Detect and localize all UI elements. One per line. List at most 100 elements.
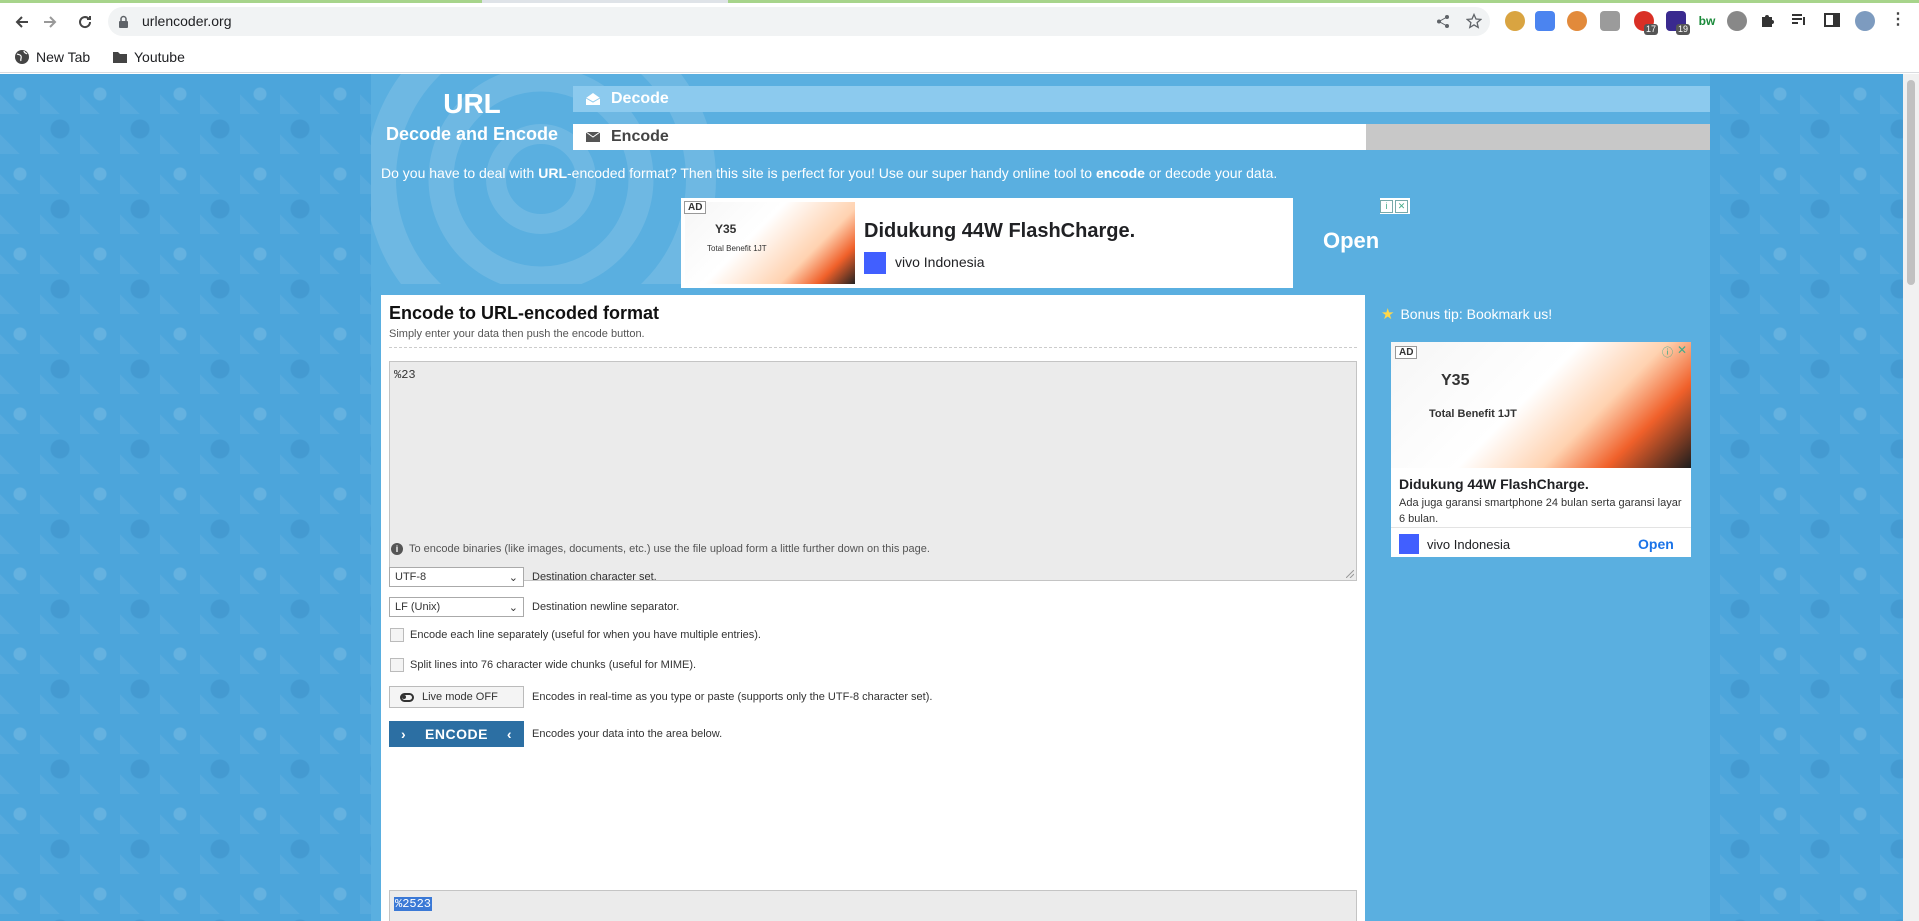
binary-hint-text: To encode binaries (like images, documen… <box>409 543 930 555</box>
ad-product-image: Y35 Total Benefit 1JT <box>1391 342 1691 468</box>
newline-label: Destination newline separator. <box>532 601 680 613</box>
chevron-left-icon: ‹ <box>506 726 512 742</box>
input-value: %23 <box>394 368 416 382</box>
side-panel-icon[interactable] <box>1823 11 1843 31</box>
bookmark-star-icon[interactable] <box>1466 13 1482 29</box>
share-icon[interactable] <box>1436 14 1451 29</box>
translate-extension-icon[interactable] <box>1535 11 1555 31</box>
bw-extension-icon[interactable]: bw <box>1697 11 1717 31</box>
address-bar[interactable]: urlencoder.org <box>108 7 1490 36</box>
resize-handle-icon[interactable] <box>1346 570 1354 578</box>
logo-subtitle: Decode and Encode <box>385 124 559 144</box>
gear-extension-icon[interactable] <box>1600 11 1620 31</box>
ad-info-icon[interactable]: ⓘ <box>1662 344 1673 360</box>
split-row: Split lines into 76 character wide chunk… <box>389 658 696 672</box>
intro-text: Do you have to deal with URL-encoded for… <box>381 165 1278 181</box>
web-page: URL Decode and Encode Decode Encode Do y… <box>0 74 1903 921</box>
brand-logo <box>1399 534 1419 554</box>
site-logo[interactable]: URL Decode and Encode <box>372 88 572 145</box>
chevron-right-icon: › <box>401 726 407 742</box>
tab-label: Decode <box>611 90 669 107</box>
output-textarea[interactable]: %2523 <box>389 890 1357 921</box>
ad-open-button[interactable]: Open <box>1638 536 1674 552</box>
panel-subtitle: Simply enter your data then push the enc… <box>389 328 645 340</box>
toggle-off-icon <box>400 692 414 702</box>
page-scrollbar[interactable] <box>1903 74 1919 921</box>
ad-controls: i ✕ <box>1380 198 1410 214</box>
divider <box>389 347 1357 348</box>
each-line-checkbox[interactable] <box>390 628 404 642</box>
output-value: %2523 <box>394 897 433 911</box>
forward-icon[interactable] <box>38 10 62 34</box>
browser-toolbar: urlencoder.org 17 19 bw ⋮ <box>0 0 1919 43</box>
encode-label: Encodes your data into the area below. <box>532 728 723 740</box>
chevron-down-icon: ⌄ <box>508 601 518 614</box>
tab-encode[interactable]: Encode <box>573 124 1710 150</box>
tab-decode[interactable]: Decode <box>573 86 1710 112</box>
url-text: urlencoder.org <box>142 13 232 29</box>
tab-label: Encode <box>611 128 669 145</box>
avatar[interactable] <box>1855 11 1875 31</box>
ad-headline: Didukung 44W FlashCharge. <box>864 220 1136 242</box>
binary-hint: i To encode binaries (like images, docum… <box>391 543 930 555</box>
ad-close-icon[interactable]: ✕ <box>1395 199 1408 213</box>
ad-headline: Didukung 44W FlashCharge. <box>1399 476 1589 492</box>
live-mode-label: Encodes in real-time as you type or past… <box>532 691 933 703</box>
newline-row: LF (Unix) ⌄ Destination newline separator… <box>389 597 679 617</box>
newline-select[interactable]: LF (Unix) ⌄ <box>389 597 524 617</box>
info-icon: i <box>391 543 403 555</box>
bookmarks-bar: New Tab Youtube <box>0 43 1919 73</box>
divider <box>1391 527 1691 528</box>
bookmark-tip-text: Bonus tip: Bookmark us! <box>1400 306 1553 322</box>
cookie-editor-extension-icon[interactable] <box>1567 11 1587 31</box>
each-line-label: Encode each line separately (useful for … <box>410 629 761 641</box>
star-icon: ★ <box>1381 306 1395 323</box>
reload-icon[interactable] <box>73 10 97 34</box>
logo-title: URL <box>443 88 501 119</box>
speedometer-extension-icon[interactable] <box>1727 11 1747 31</box>
ad-close-icon[interactable]: ✕ <box>1677 343 1687 357</box>
encode-button[interactable]: › ENCODE ‹ <box>389 721 524 747</box>
charset-label: Destination character set. <box>532 571 657 583</box>
ad-badge: AD <box>1395 346 1418 359</box>
ad-info-icon[interactable]: i <box>1380 199 1393 213</box>
charset-select[interactable]: UTF-8 ⌄ <box>389 567 524 587</box>
ad-description: Ada juga garansi smartphone 24 bulan ser… <box>1399 497 1682 525</box>
split-lines-checkbox[interactable] <box>390 658 404 672</box>
panel-title: Encode to URL-encoded format <box>389 303 660 323</box>
envelope-open-icon <box>585 93 601 105</box>
puzzle-icon[interactable] <box>1759 11 1779 31</box>
graduation-extension-icon[interactable]: 19 <box>1666 11 1690 35</box>
back-icon[interactable] <box>10 10 34 34</box>
brand-logo <box>864 252 886 274</box>
bookmark-youtube-folder[interactable]: Youtube <box>112 47 185 67</box>
adblock-extension-icon[interactable]: 17 <box>1634 11 1658 35</box>
sidebar-ad[interactable]: Y35 Total Benefit 1JT AD ⓘ ✕ Didukung 44… <box>1391 342 1691 557</box>
ad-badge: AD <box>684 201 707 214</box>
extension-badge-count: 17 <box>1643 24 1658 35</box>
lock-icon <box>119 15 128 28</box>
reading-list-icon[interactable] <box>1790 11 1810 31</box>
charset-row: UTF-8 ⌄ Destination character set. <box>389 567 657 587</box>
bookmark-new-tab[interactable]: New Tab <box>14 47 90 67</box>
live-mode-button[interactable]: Live mode OFF <box>389 686 524 708</box>
cookie-extension-icon[interactable] <box>1505 11 1525 31</box>
bookmark-label: Youtube <box>134 49 185 65</box>
bookmark-label: New Tab <box>36 49 91 65</box>
extension-badge-count: 19 <box>1675 24 1690 35</box>
menu-kebab-icon[interactable]: ⋮ <box>1888 11 1908 31</box>
top-banner-ad[interactable]: Y35 Total Benefit 1JT AD Didukung 44W Fl… <box>681 198 1293 288</box>
chevron-down-icon: ⌄ <box>508 571 518 584</box>
ad-brand: vivo Indonesia <box>895 254 985 270</box>
split-lines-label: Split lines into 76 character wide chunk… <box>410 659 697 671</box>
ad-open-button[interactable]: Open <box>1323 228 1379 254</box>
envelope-icon <box>585 131 601 142</box>
scrollbar-thumb[interactable] <box>1907 80 1915 285</box>
each-line-row: Encode each line separately (useful for … <box>389 628 761 642</box>
folder-icon <box>113 52 127 63</box>
ad-product-image: Y35 Total Benefit 1JT <box>685 202 855 284</box>
bookmark-tip: ★ Bonus tip: Bookmark us! <box>1381 305 1552 323</box>
tab-strip <box>0 0 1919 3</box>
encode-row: › ENCODE ‹ Encodes your data into the ar… <box>389 721 722 747</box>
globe-icon <box>15 50 29 64</box>
